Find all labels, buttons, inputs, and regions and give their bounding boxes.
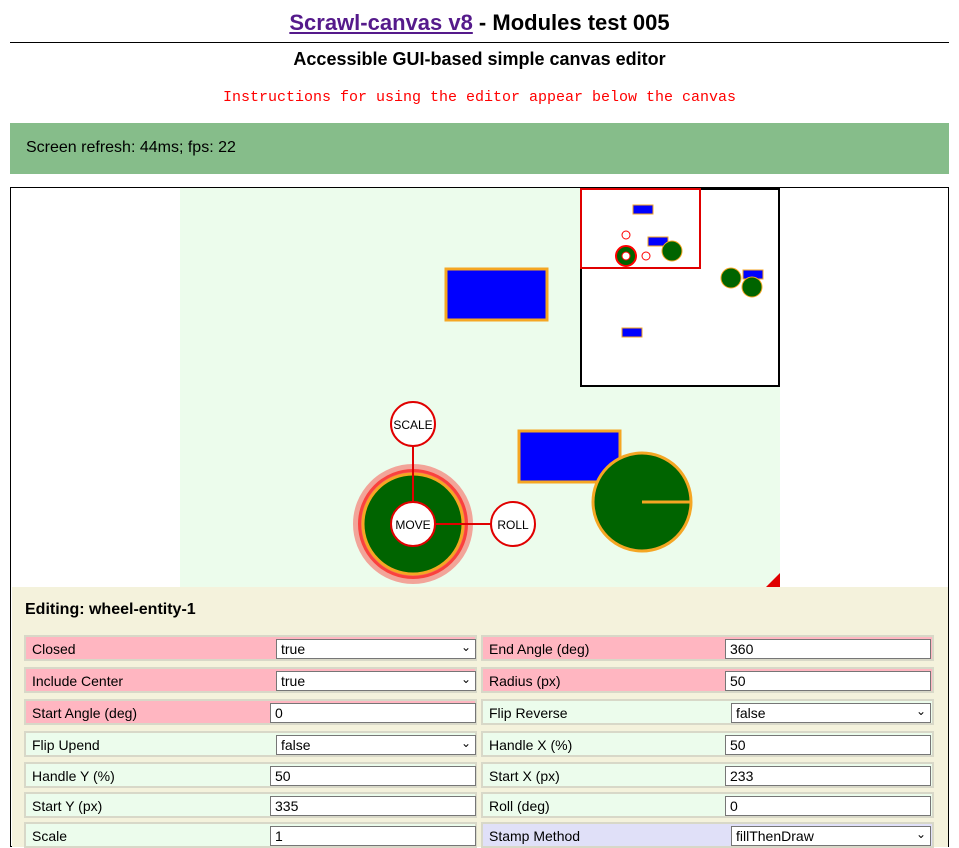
chevron-down-icon: ⌄ [460,640,471,654]
field-row: Flip Reverse false ⌄ [481,699,934,725]
field-select-value: true [281,673,306,689]
field-row: Closed true ⌄ [24,635,477,661]
chevron-down-icon: ⌄ [460,736,471,750]
field-row: Start X (px) [481,762,934,788]
field-select[interactable]: false ⌄ [276,735,476,755]
field-label: Scale [32,828,68,844]
field-label: Start X (px) [489,768,560,784]
field-select[interactable]: true ⌄ [276,671,476,691]
roll-handle-label: ROLL [497,518,529,532]
field-label: Handle Y (%) [32,768,115,784]
field-row: Radius (px) [481,667,934,693]
minimap-block [621,327,643,338]
field-input[interactable] [270,826,476,846]
field-row: Handle Y (%) [24,762,477,788]
field-label: Stamp Method [489,828,581,844]
minimap-block [632,204,654,215]
field-select[interactable]: fillThenDraw ⌄ [731,826,931,846]
field-input[interactable] [270,766,476,786]
field-row: Start Angle (deg) [24,699,477,725]
field-select[interactable]: false ⌄ [731,703,931,723]
minimap-wheel [720,267,742,289]
field-row: Include Center true ⌄ [24,667,477,693]
field-row: Scale [24,822,477,848]
field-label: Include Center [32,673,124,689]
minimap-handle [641,251,651,261]
field-row: Stamp Method fillThenDraw ⌄ [481,822,934,848]
field-input[interactable] [725,766,931,786]
entity-editor-panel: Editing: wheel-entity-1 Closed true ⌄ End A… [12,587,948,848]
field-row: Handle X (%) [481,731,934,757]
field-select-value: fillThenDraw [736,828,814,844]
field-select-value: true [281,641,306,657]
field-input[interactable] [725,639,931,659]
field-select-value: false [281,737,311,753]
chevron-down-icon: ⌄ [915,827,926,841]
field-input[interactable] [270,796,476,816]
field-row: Roll (deg) [481,792,934,818]
field-select-value: false [736,705,766,721]
field-label: Flip Reverse [489,705,568,721]
minimap-handle [621,251,631,261]
field-label: Handle X (%) [489,737,573,753]
move-handle-label: MOVE [395,518,430,532]
chevron-down-icon: ⌄ [460,672,471,686]
minimap-handle [621,230,631,240]
field-label: Roll (deg) [489,798,550,814]
field-input[interactable] [725,735,931,755]
field-input[interactable] [270,703,476,723]
field-label: Flip Upend [32,737,100,753]
minimap-wheel [661,240,683,262]
field-input[interactable] [725,796,931,816]
field-label: Start Angle (deg) [32,705,138,721]
minimap-wheel [741,276,763,298]
field-label: Radius (px) [489,673,561,689]
block-entity [444,267,549,322]
editor-heading: Editing: wheel-entity-1 [25,601,196,618]
field-row: Start Y (px) [24,792,477,818]
scale-handle-label: SCALE [393,418,432,432]
field-row: Flip Upend false ⌄ [24,731,477,757]
chevron-down-icon: ⌄ [915,704,926,718]
field-input[interactable] [725,671,931,691]
field-select[interactable]: true ⌄ [276,639,476,659]
field-row: End Angle (deg) [481,635,934,661]
field-label: End Angle (deg) [489,641,590,657]
field-label: Closed [32,641,76,657]
field-label: Start Y (px) [32,798,103,814]
